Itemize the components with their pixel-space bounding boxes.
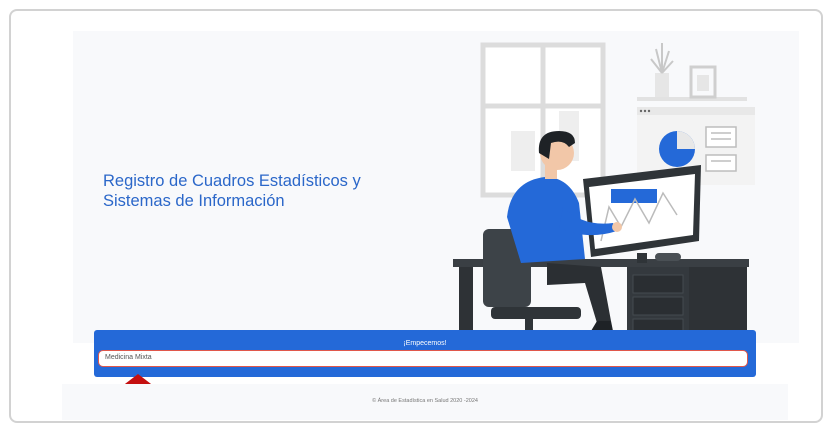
specialty-select[interactable]: Medicina Mixta xyxy=(98,350,748,367)
specialty-select-value: Medicina Mixta xyxy=(105,354,152,361)
footer: © Área de Estadística en Salud 2020 -202… xyxy=(62,384,788,420)
hero-section: Registro de Cuadros Estadísticos y Siste… xyxy=(73,31,799,343)
page-title-line-1: Registro de Cuadros Estadísticos y xyxy=(103,172,361,190)
app-frame: Registro de Cuadros Estadísticos y Siste… xyxy=(9,9,823,423)
shelf-illustration xyxy=(637,43,747,101)
start-banner: ¡Empecemos! Medicina Mixta xyxy=(94,330,756,377)
page-title: Registro de Cuadros Estadísticos y Siste… xyxy=(103,171,361,211)
window-illustration xyxy=(480,42,606,198)
page-title-line-2: Sistemas de Información xyxy=(103,192,285,210)
banner-label: ¡Empecemos! xyxy=(403,340,447,347)
person-at-computer-illustration xyxy=(453,42,755,343)
footer-copyright: © Área de Estadística en Salud 2020 -202… xyxy=(372,398,478,404)
monitor-illustration xyxy=(583,165,701,263)
